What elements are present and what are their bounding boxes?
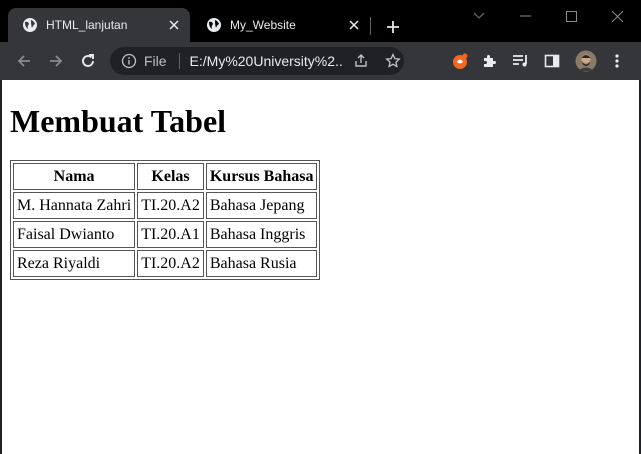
playlist-icon: [513, 55, 527, 67]
reload-button[interactable]: [76, 49, 100, 73]
cell-kelas: TI.20.A2: [137, 192, 204, 219]
cell-nama: Reza Riyaldi: [13, 250, 136, 277]
forward-button[interactable]: [44, 49, 68, 73]
tab-html-lanjutan[interactable]: HTML_lanjutan: [8, 8, 190, 42]
close-tab-icon[interactable]: [166, 17, 182, 33]
url-scheme-label: File: [144, 53, 167, 69]
bookmark-star-icon[interactable]: [382, 50, 404, 72]
cell-nama: Faisal Dwianto: [13, 221, 136, 248]
tab-title: HTML_lanjutan: [46, 18, 128, 32]
close-window-button[interactable]: [594, 0, 640, 32]
close-icon: [611, 10, 623, 22]
cell-kursus: Bahasa Jepang: [205, 192, 318, 219]
tab-search-button[interactable]: [456, 0, 502, 32]
cell-nama: M. Hannata Zahri: [13, 192, 136, 219]
column-header-nama: Nama: [13, 163, 136, 190]
cell-kursus: Bahasa Rusia: [205, 250, 318, 277]
reload-icon: [82, 54, 94, 67]
table-header-row: Nama Kelas Kursus Bahasa: [13, 163, 318, 190]
info-icon: [121, 53, 137, 69]
cell-kursus: Bahasa Inggris: [205, 221, 318, 248]
plus-icon: [387, 21, 399, 33]
arrow-right-icon: [50, 55, 63, 67]
tab-title: My_Website: [230, 18, 296, 32]
column-header-kelas: Kelas: [137, 163, 204, 190]
address-bar[interactable]: File E:/My%20University%2...: [110, 47, 404, 75]
cell-kelas: TI.20.A2: [137, 250, 204, 277]
url-text[interactable]: E:/My%20University%2...: [190, 53, 342, 69]
avatar-icon: [575, 50, 597, 72]
omnibox-divider: [178, 53, 180, 69]
column-header-kursus-bahasa: Kursus Bahasa: [205, 163, 318, 190]
data-table: Nama Kelas Kursus Bahasa M. Hannata Zahr…: [10, 160, 321, 280]
new-tab-button[interactable]: [382, 16, 404, 38]
maximize-button[interactable]: [548, 0, 594, 32]
profile-avatar[interactable]: [574, 49, 598, 73]
share-icon[interactable]: [350, 50, 372, 72]
page-content: Membuat Tabel Nama Kelas Kursus Bahasa M…: [2, 80, 639, 454]
tab-separator: [370, 17, 371, 35]
back-button[interactable]: [12, 49, 36, 73]
maximize-icon: [565, 10, 577, 22]
extensions-menu-button[interactable]: [478, 49, 502, 73]
globe-icon: [206, 17, 222, 33]
table-row: M. Hannata Zahri TI.20.A2 Bahasa Jepang: [13, 192, 318, 219]
tab-strip: HTML_lanjutan My_Website: [0, 0, 641, 42]
table-row: Faisal Dwianto TI.20.A1 Bahasa Inggris: [13, 221, 318, 248]
browser-toolbar: File E:/My%20University%2...: [0, 42, 641, 80]
extension-button[interactable]: [448, 49, 472, 73]
arrow-left-icon: [17, 55, 30, 67]
globe-icon: [22, 17, 38, 33]
minimize-icon: [519, 15, 531, 17]
tab-my-website[interactable]: My_Website: [192, 8, 370, 42]
puzzle-icon: [484, 55, 496, 67]
close-tab-icon[interactable]: [346, 17, 362, 33]
page-heading: Membuat Tabel: [10, 103, 227, 139]
table-row: Reza Riyaldi TI.20.A2 Bahasa Rusia: [13, 250, 318, 277]
more-vertical-icon: [615, 54, 619, 68]
extension-logo-icon: [453, 53, 468, 69]
cell-kelas: TI.20.A1: [137, 221, 204, 248]
chevron-down-icon: [473, 12, 485, 19]
menu-button[interactable]: [605, 49, 629, 73]
side-panel-icon: [544, 54, 560, 68]
side-panel-button[interactable]: [540, 49, 564, 73]
media-controls-button[interactable]: [509, 49, 533, 73]
minimize-button[interactable]: [502, 0, 548, 32]
